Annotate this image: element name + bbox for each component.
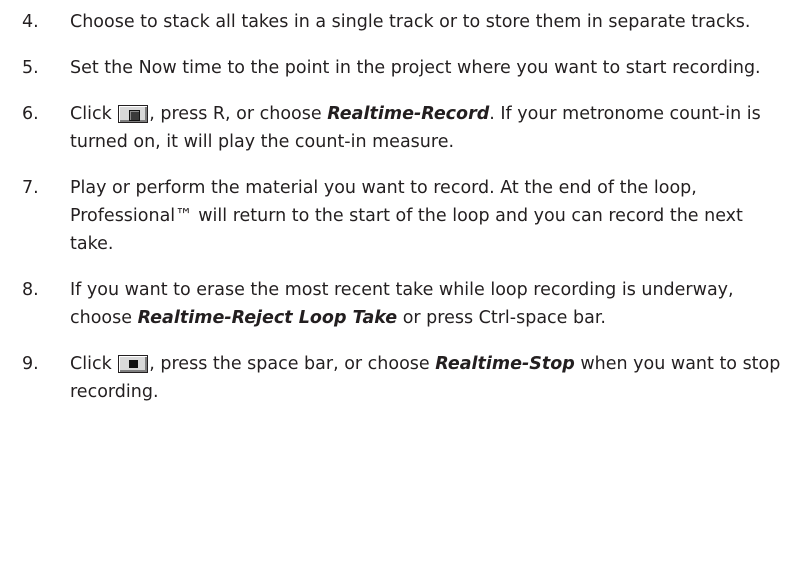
stop-icon <box>129 360 139 368</box>
menu-command-realtime-record: Realtime-Record <box>327 104 490 124</box>
step-7: 7. Play or perform the material you want… <box>22 174 790 258</box>
step-text-pre: Click <box>70 104 118 124</box>
step-text-mid: , press R, or choose <box>149 104 328 124</box>
record-icon <box>129 110 141 121</box>
step-4: 4. Choose to stack all takes in a single… <box>22 8 790 36</box>
step-number: 7. <box>22 178 39 198</box>
step-list: 4. Choose to stack all takes in a single… <box>22 8 790 424</box>
step-number: 6. <box>22 104 39 124</box>
step-text: Click , press R, or choose Realtime-Reco… <box>70 100 790 156</box>
step-number: 5. <box>22 58 39 78</box>
step-5: 5. Set the Now time to the point in the … <box>22 54 790 82</box>
stop-button[interactable] <box>118 355 149 373</box>
step-8: 8. If you want to erase the most recent … <box>22 276 790 332</box>
step-text: Set the Now time to the point in the pro… <box>70 58 761 78</box>
step-9: 9. Click , press the space bar, or choos… <box>22 350 790 406</box>
menu-command-reject-loop-take: Realtime-Reject Loop Take <box>137 308 398 328</box>
step-text-pre: Click <box>70 354 118 374</box>
step-text: Play or perform the material you want to… <box>70 178 743 254</box>
step-text-mid: , press the space bar, or choose <box>149 354 436 374</box>
step-number: 4. <box>22 12 39 32</box>
record-button[interactable] <box>118 105 149 123</box>
step-text: Click , press the space bar, or choose R… <box>70 350 790 406</box>
step-text: If you want to erase the most recent tak… <box>70 276 790 332</box>
step-number: 8. <box>22 280 39 300</box>
step-6: 6. Click , press R, or choose Realtime-R… <box>22 100 790 156</box>
step-text-post: or press Ctrl-space bar. <box>397 308 606 328</box>
step-number: 9. <box>22 354 39 374</box>
menu-command-realtime-stop: Realtime-Stop <box>435 354 575 374</box>
step-text: Choose to stack all takes in a single tr… <box>70 12 751 32</box>
